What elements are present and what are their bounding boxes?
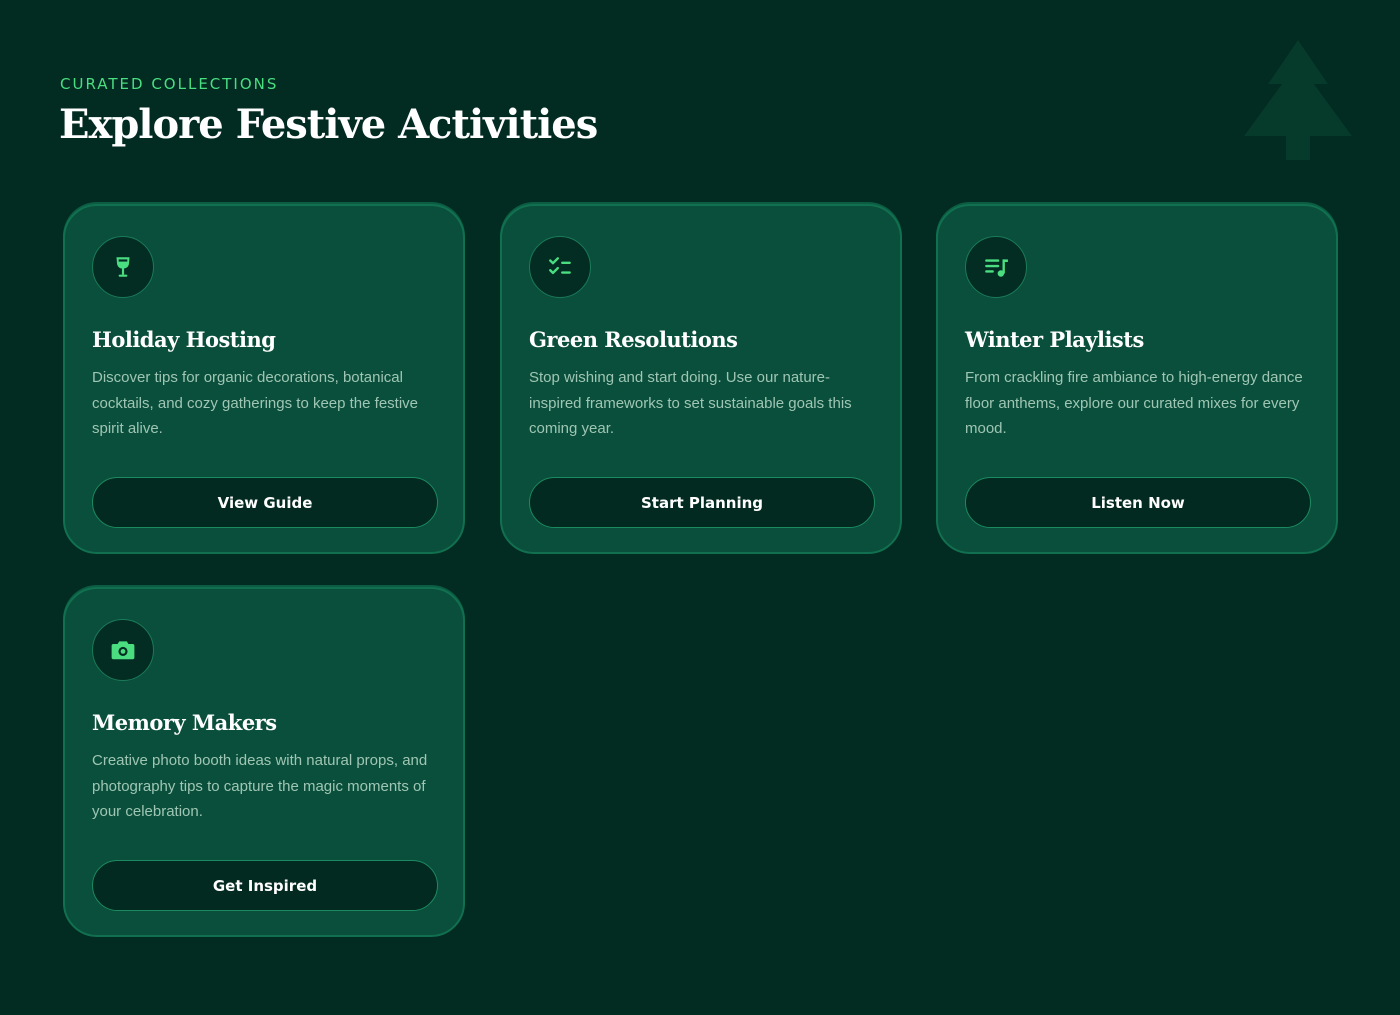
get-inspired-button[interactable]: Get Inspired bbox=[92, 860, 438, 911]
camera-icon bbox=[92, 619, 154, 681]
section-eyebrow: CURATED COLLECTIONS bbox=[60, 75, 279, 93]
card-title: Winter Playlists bbox=[965, 327, 1144, 352]
card-description: Stop wishing and start doing. Use our na… bbox=[529, 369, 852, 437]
card-title: Green Resolutions bbox=[529, 327, 738, 352]
card-description: Creative photo booth ideas with natural … bbox=[92, 752, 428, 820]
wine-glass-icon bbox=[92, 236, 154, 298]
activity-card-memory-makers: Memory Makers Creative photo booth ideas… bbox=[63, 587, 465, 937]
view-guide-button[interactable]: View Guide bbox=[92, 477, 438, 528]
page-title: Explore Festive Activities bbox=[59, 101, 598, 148]
card-title: Memory Makers bbox=[92, 710, 277, 735]
playlist-icon bbox=[965, 236, 1027, 298]
activity-card-green-resolutions: Green Resolutions Stop wishing and start… bbox=[500, 204, 902, 554]
card-description: From crackling fire ambiance to high-ene… bbox=[965, 369, 1303, 437]
start-planning-button[interactable]: Start Planning bbox=[529, 477, 875, 528]
checklist-icon bbox=[529, 236, 591, 298]
card-title: Holiday Hosting bbox=[92, 327, 276, 352]
activity-card-holiday-hosting: Holiday Hosting Discover tips for organi… bbox=[63, 204, 465, 554]
listen-now-button[interactable]: Listen Now bbox=[965, 477, 1311, 528]
pine-tree-icon bbox=[1244, 40, 1352, 160]
activity-card-winter-playlists: Winter Playlists From crackling fire amb… bbox=[936, 204, 1338, 554]
card-description: Discover tips for organic decorations, b… bbox=[92, 369, 419, 437]
